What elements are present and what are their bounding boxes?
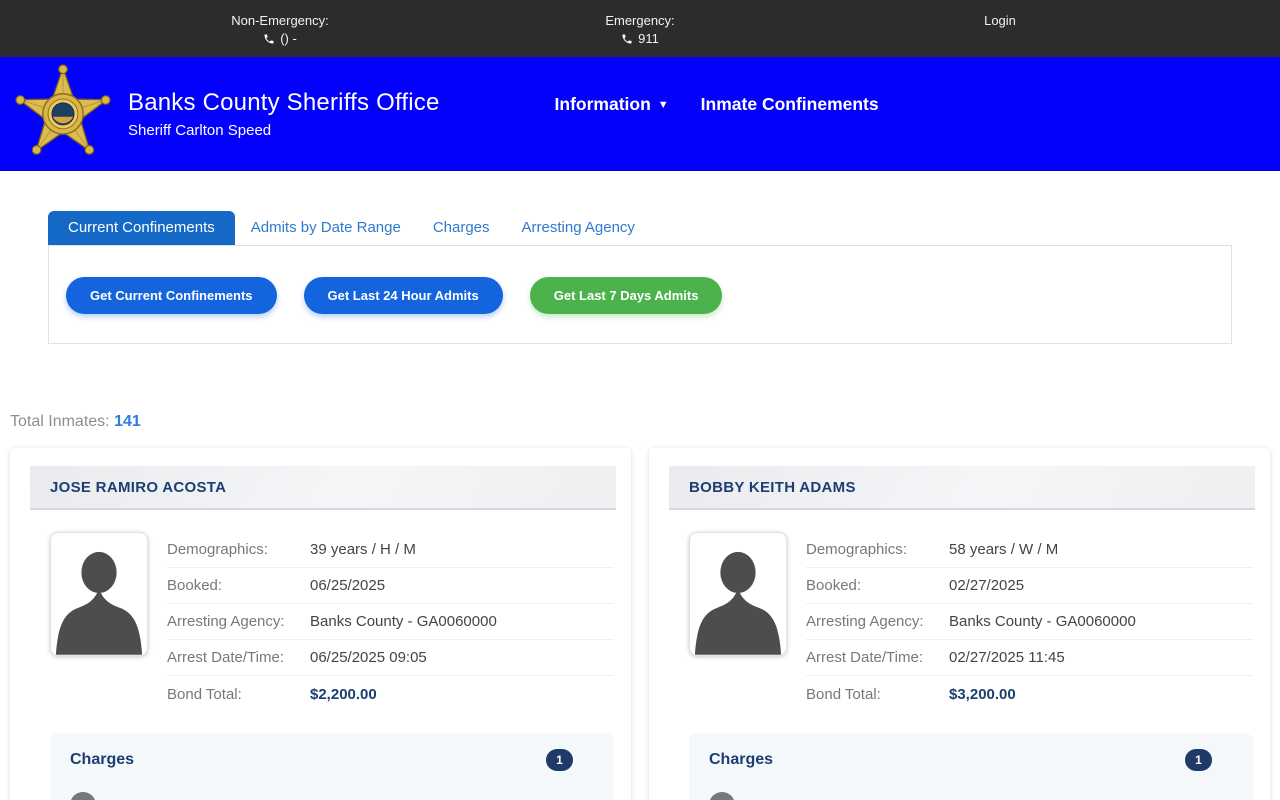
charge-number-circle: [709, 792, 735, 800]
tab-current-confinements[interactable]: Current Confinements: [48, 211, 235, 245]
nav-information[interactable]: Information ▼: [555, 94, 669, 115]
detail-row-booked: Booked: 06/25/2025: [167, 568, 614, 604]
tab-bar: Current Confinements Admits by Date Rang…: [48, 211, 1232, 246]
utility-bar: Non-Emergency: () - Emergency: 911 Login: [0, 0, 1280, 57]
chevron-down-icon: ▼: [658, 99, 669, 111]
site-subtitle: Sheriff Carlton Speed: [128, 122, 440, 139]
site-title: Banks County Sheriffs Office: [128, 89, 440, 117]
phone-icon: [263, 33, 275, 45]
login-link[interactable]: Login: [984, 13, 1016, 28]
detail-row-booked: Booked: 02/27/2025: [806, 568, 1253, 604]
person-silhouette-icon: [50, 532, 148, 656]
detail-row-demographics: Demographics: 39 years / H / M: [167, 532, 614, 568]
inmate-card: JOSE RAMIRO ACOSTA Demographics: 39 year…: [10, 448, 631, 800]
inmate-card-list: JOSE RAMIRO ACOSTA Demographics: 39 year…: [10, 448, 1270, 800]
inmate-name: JOSE RAMIRO ACOSTA: [30, 466, 616, 510]
phone-icon: [621, 33, 633, 45]
charges-title: Charges: [70, 751, 134, 769]
charges-section: Charges 1: [689, 733, 1253, 800]
emergency-contact: Emergency: 911: [460, 13, 820, 57]
get-last-7-days-admits-button[interactable]: Get Last 7 Days Admits: [530, 277, 723, 314]
get-current-confinements-button[interactable]: Get Current Confinements: [66, 277, 277, 314]
site-header: Banks County Sheriffs Office Sheriff Car…: [0, 57, 1280, 171]
tab-panel: Get Current Confinements Get Last 24 Hou…: [48, 246, 1232, 344]
tab-admits-by-date-range[interactable]: Admits by Date Range: [235, 211, 417, 245]
detail-row-arrest-datetime: Arrest Date/Time: 06/25/2025 09:05: [167, 640, 614, 676]
total-inmates-summary: Total Inmates: 141: [10, 413, 1280, 431]
inmate-details: Demographics: 58 years / W / M Booked: 0…: [806, 532, 1253, 712]
main-nav: Information ▼ Inmate Confinements: [555, 94, 879, 115]
charges-count-badge: 1: [546, 749, 573, 771]
detail-row-arresting-agency: Arresting Agency: Banks County - GA00600…: [167, 604, 614, 640]
charges-section: Charges 1: [50, 733, 614, 800]
detail-row-bond-total: Bond Total: $2,200.00: [167, 676, 614, 712]
non-emergency-contact: Non-Emergency: () -: [100, 13, 460, 57]
emergency-label: Emergency:: [460, 13, 820, 28]
nav-inmate-confinements[interactable]: Inmate Confinements: [701, 94, 879, 115]
total-inmates-label: Total Inmates:: [10, 413, 110, 430]
inmate-details: Demographics: 39 years / H / M Booked: 0…: [167, 532, 614, 712]
inmate-name: BOBBY KEITH ADAMS: [669, 466, 1255, 510]
tab-charges[interactable]: Charges: [417, 211, 506, 245]
confinements-tabs-section: Current Confinements Admits by Date Rang…: [48, 211, 1232, 344]
tab-arresting-agency[interactable]: Arresting Agency: [506, 211, 651, 245]
brand-block: Banks County Sheriffs Office Sheriff Car…: [128, 89, 440, 139]
detail-row-bond-total: Bond Total: $3,200.00: [806, 676, 1253, 712]
non-emergency-label: Non-Emergency:: [100, 13, 460, 28]
inmate-card: BOBBY KEITH ADAMS Demographics: 58 years…: [649, 448, 1270, 800]
emergency-number: 911: [638, 31, 659, 46]
charge-number-circle: [70, 792, 96, 800]
person-silhouette-icon: [689, 532, 787, 656]
detail-row-demographics: Demographics: 58 years / W / M: [806, 532, 1253, 568]
get-last-24-hour-admits-button[interactable]: Get Last 24 Hour Admits: [304, 277, 503, 314]
non-emergency-number: () -: [280, 31, 297, 46]
detail-row-arrest-datetime: Arrest Date/Time: 02/27/2025 11:45: [806, 640, 1253, 676]
total-inmates-count: 141: [114, 413, 141, 430]
detail-row-arresting-agency: Arresting Agency: Banks County - GA00600…: [806, 604, 1253, 640]
charges-title: Charges: [709, 751, 773, 769]
sheriff-star-badge-icon: [15, 64, 111, 164]
charges-count-badge: 1: [1185, 749, 1212, 771]
